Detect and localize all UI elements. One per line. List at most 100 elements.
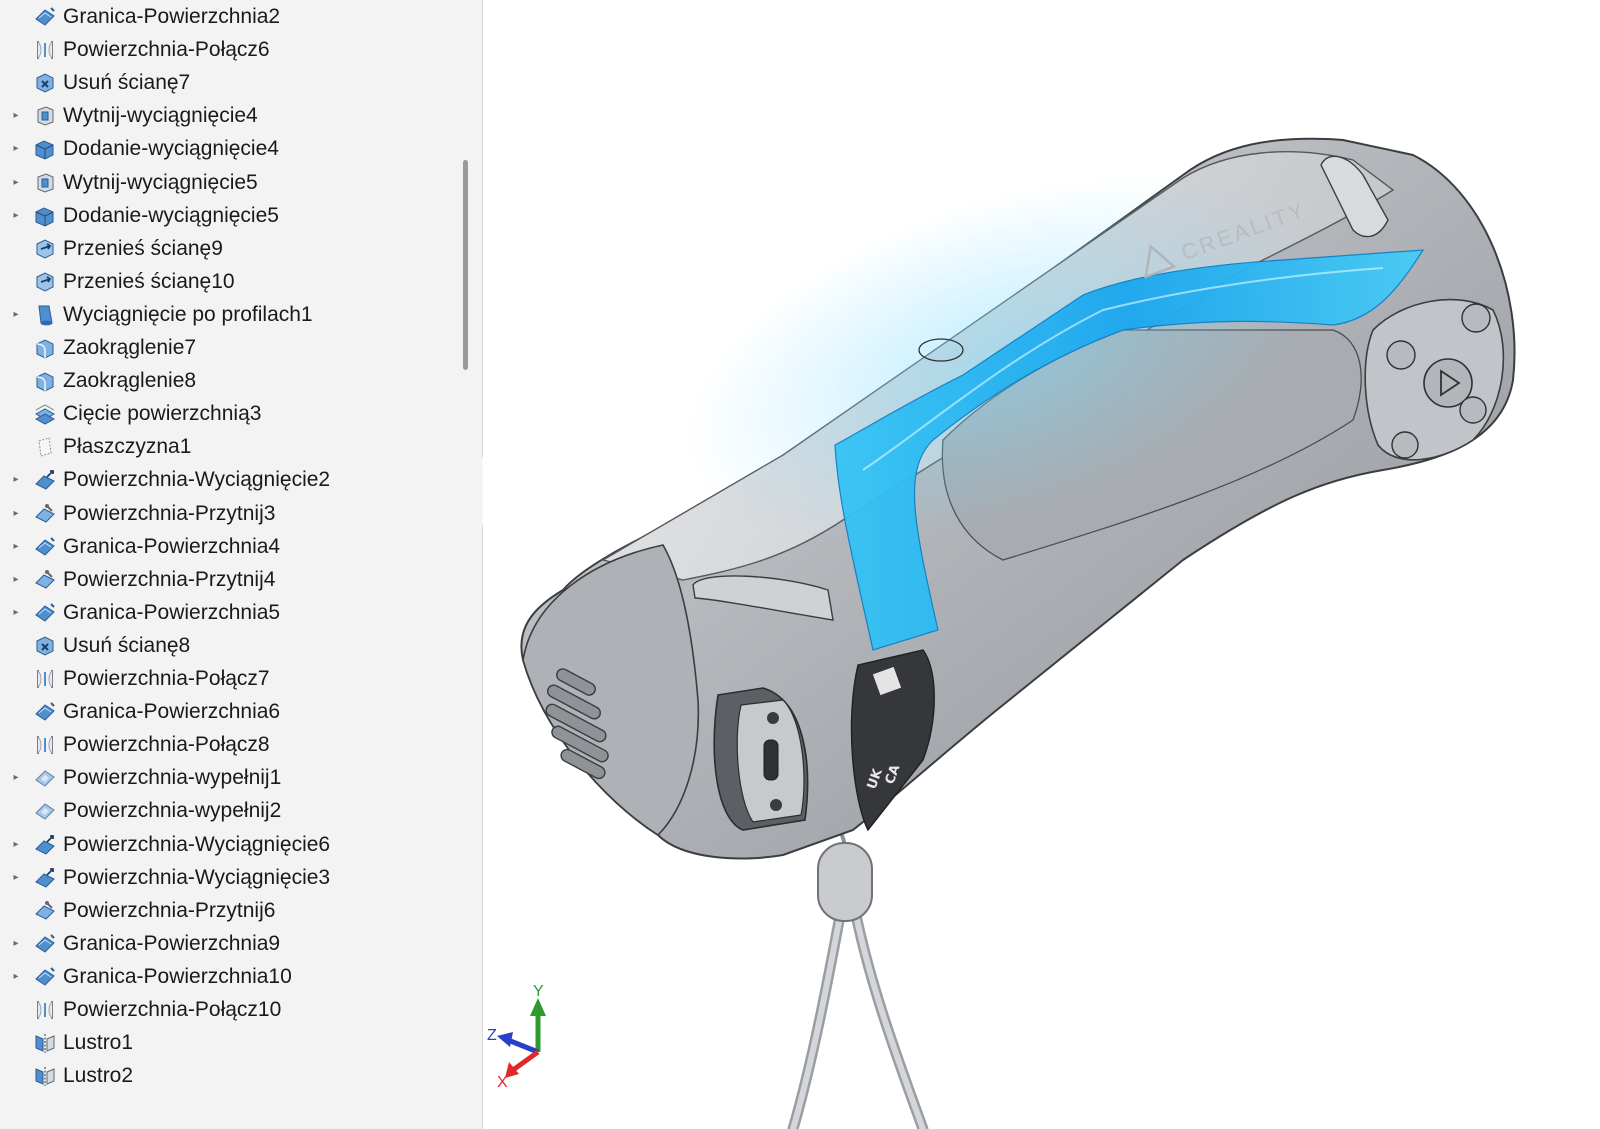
tree-item[interactable]: Granica-Powierzchnia2 (0, 0, 452, 34)
expand-arrow-icon[interactable]: ▸ (9, 937, 23, 951)
delete-face-icon (33, 634, 57, 658)
expand-arrow-icon[interactable]: ▸ (9, 209, 23, 223)
tree-item[interactable]: Powierzchnia-wypełnij2 (0, 794, 452, 828)
tree-item-label: Powierzchnia-Wyciągnięcie3 (63, 865, 331, 889)
tree-item[interactable]: Przenieś ścianę10 (0, 265, 452, 299)
tree-item[interactable]: ▸ Granica-Powierzchnia10 (0, 960, 452, 994)
tree-item[interactable]: ▸ Granica-Powierzchnia4 (0, 530, 452, 564)
lanyard-clip (817, 842, 873, 922)
port-screw-icon (770, 799, 782, 811)
tree-item[interactable]: Płaszczyzna1 (0, 430, 452, 464)
tree-item-label: Wytnij-wyciągnięcie5 (63, 170, 258, 194)
axis-label-y: Y (533, 983, 544, 1000)
graphics-viewport[interactable]: UK CA CREALITY Y Z X (483, 0, 1600, 1129)
tree-item-label: Powierzchnia-Połącz10 (63, 998, 282, 1021)
tree-item[interactable]: ▸ Powierzchnia-Wyciągnięcie3 (0, 861, 452, 895)
loft-icon (33, 303, 57, 327)
tree-item-label: Lustro2 (63, 1064, 134, 1088)
fillet-icon (33, 336, 57, 360)
tree-item-label: Usuń ścianę7 (63, 71, 191, 95)
surface-extrude-icon (33, 468, 57, 492)
tree-item-label: Przenieś ścianę10 (63, 269, 235, 293)
tree-item[interactable]: Powierzchnia-Połącz10 (0, 993, 452, 1027)
tree-item-label: Granica-Powierzchnia4 (63, 534, 281, 558)
tree-item[interactable]: Przenieś ścianę9 (0, 232, 452, 266)
expand-arrow-icon[interactable]: ▸ (9, 838, 23, 852)
tree-item[interactable]: ▸ Powierzchnia-Przytnij4 (0, 563, 452, 597)
plane-icon (33, 435, 57, 459)
tree-item-label: Granica-Powierzchnia10 (63, 964, 292, 988)
extruded-boss-icon (33, 137, 57, 161)
extruded-boss-icon (33, 204, 57, 228)
expand-arrow-icon[interactable]: ▸ (9, 142, 23, 156)
tree-item[interactable]: ▸ Powierzchnia-Przytnij3 (0, 497, 452, 531)
tree-item[interactable]: ▸ Powierzchnia-Wyciągnięcie2 (0, 463, 452, 497)
delete-face-icon (33, 71, 57, 95)
fillet-icon (33, 369, 57, 393)
power-button-icon (1461, 303, 1491, 333)
tree-item[interactable]: ▸ Wytnij-wyciągnięcie4 (0, 99, 452, 133)
knit-surface-icon (33, 733, 57, 757)
mode-button-icon (1386, 340, 1416, 370)
expand-arrow-icon[interactable]: ▸ (9, 970, 23, 984)
tree-item[interactable]: Powierzchnia-Przytnij6 (0, 894, 452, 928)
tree-item-label: Wytnij-wyciągnięcie4 (63, 104, 258, 128)
surface-cut-icon (33, 402, 57, 426)
tree-item[interactable]: Powierzchnia-Połącz8 (0, 728, 452, 762)
tree-item[interactable]: Usuń ścianę8 (0, 629, 452, 663)
coordinate-triad: Y Z X (487, 983, 546, 1091)
tree-item-label: Granica-Powierzchnia5 (63, 600, 281, 624)
tree-item-label: Usuń ścianę8 (63, 633, 191, 657)
z-axis-icon (507, 1037, 539, 1055)
tree-item-label: Powierzchnia-Przytnij6 (63, 898, 276, 922)
tree-item[interactable]: Powierzchnia-Połącz6 (0, 33, 452, 67)
tree-item[interactable]: ▸ Powierzchnia-wypełnij1 (0, 761, 452, 795)
expand-arrow-icon[interactable]: ▸ (9, 308, 23, 322)
axis-label-z: Z (487, 1027, 497, 1044)
tree-item-label: Zaokrąglenie7 (63, 336, 197, 359)
tree-scrollbar[interactable] (452, 0, 483, 1129)
tree-item-label: Granica-Powierzchnia9 (63, 931, 281, 955)
tree-item[interactable]: ▸ Granica-Powierzchnia9 (0, 927, 452, 961)
tree-item[interactable]: Zaokrąglenie7 (0, 331, 452, 365)
trim-surface-icon (33, 899, 57, 923)
tree-item[interactable]: Lustro1 (0, 1026, 452, 1060)
move-face-icon (33, 237, 57, 261)
expand-arrow-icon[interactable]: ▸ (9, 473, 23, 487)
tree-item-label: Zaokrąglenie8 (63, 369, 197, 393)
tree-item[interactable]: Cięcie powierzchnią3 (0, 397, 452, 431)
tree-item-label: Powierzchnia-Wyciągnięcie2 (63, 468, 331, 492)
filled-surface-icon (33, 766, 57, 790)
expand-arrow-icon[interactable]: ▸ (9, 871, 23, 885)
mirror-icon (33, 1064, 57, 1088)
tree-item-label: Dodanie-wyciągnięcie5 (63, 203, 279, 227)
tree-item-label: Powierzchnia-Połącz7 (63, 667, 270, 690)
expand-arrow-icon[interactable]: ▸ (9, 573, 23, 587)
boundary-surface-icon (33, 700, 57, 724)
axis-label-x: X (497, 1074, 508, 1091)
tree-item[interactable]: Zaokrąglenie8 (0, 364, 452, 398)
tree-item-label: Powierzchnia-Przytnij3 (63, 501, 276, 525)
tree-item[interactable]: Usuń ścianę7 (0, 66, 452, 100)
expand-arrow-icon[interactable]: ▸ (9, 771, 23, 785)
tree-item[interactable]: ▸ Dodanie-wyciągnięcie4 (0, 132, 452, 166)
tree-item[interactable]: ▸ Granica-Powierzchnia5 (0, 596, 452, 630)
scrollbar-thumb[interactable] (463, 160, 468, 370)
expand-arrow-icon[interactable]: ▸ (9, 606, 23, 620)
tree-item[interactable]: Lustro2 (0, 1059, 452, 1093)
tree-item[interactable]: ▸ Wytnij-wyciągnięcie5 (0, 166, 452, 200)
expand-arrow-icon[interactable]: ▸ (9, 109, 23, 123)
tree-item[interactable]: ▸ Wyciągnięcie po profilach1 (0, 298, 452, 332)
tree-item-label: Powierzchnia-Wyciągnięcie6 (63, 832, 331, 856)
usb-port-icon (763, 739, 779, 781)
tree-item[interactable]: Powierzchnia-Połącz7 (0, 662, 452, 696)
expand-arrow-icon[interactable]: ▸ (9, 540, 23, 554)
expand-arrow-icon[interactable]: ▸ (9, 176, 23, 190)
extruded-cut-icon (33, 104, 57, 128)
tree-item[interactable]: Granica-Powierzchnia6 (0, 695, 452, 729)
expand-arrow-icon[interactable]: ▸ (9, 507, 23, 521)
surface-extrude-icon (33, 833, 57, 857)
boundary-surface-icon (33, 601, 57, 625)
tree-item[interactable]: ▸ Powierzchnia-Wyciągnięcie6 (0, 828, 452, 862)
tree-item[interactable]: ▸ Dodanie-wyciągnięcie5 (0, 199, 452, 233)
